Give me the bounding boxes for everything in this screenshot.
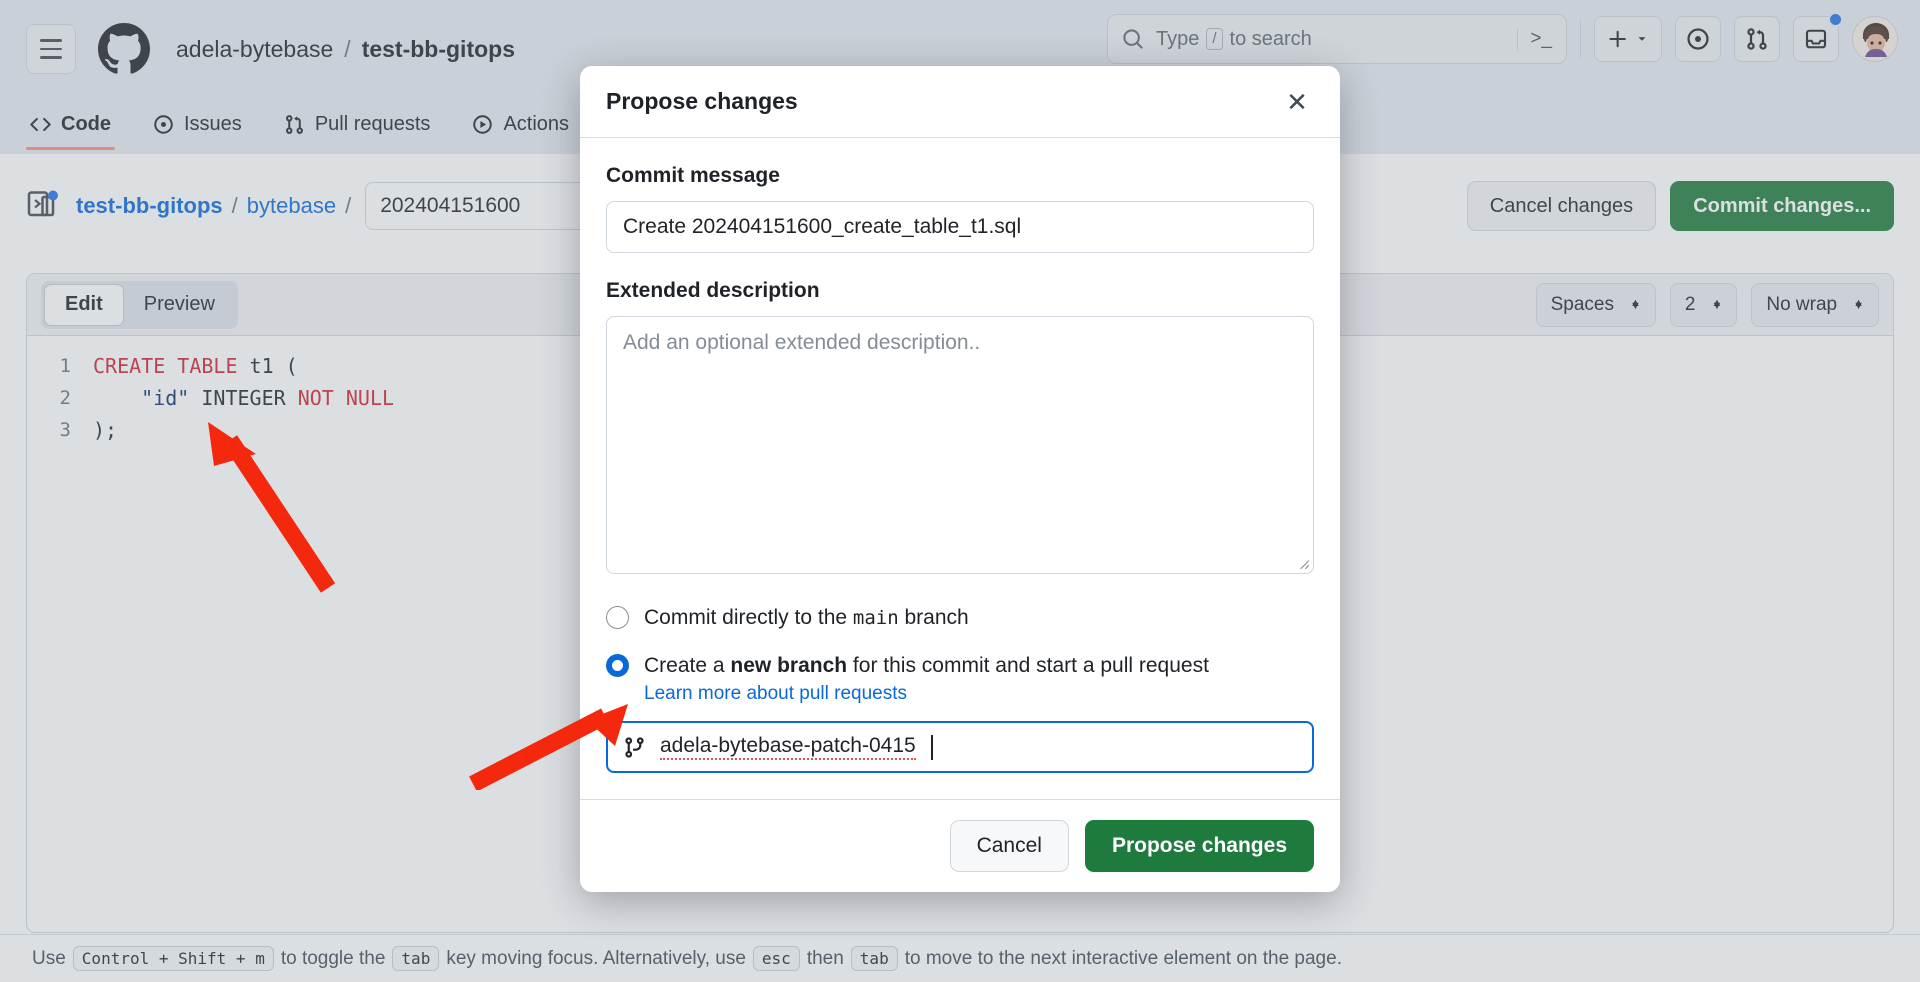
new-branch-label: Create a new branch for this commit and …: [644, 650, 1209, 681]
close-icon[interactable]: ✕: [1280, 85, 1314, 119]
commit-target-options: Commit directly to the main branch Creat…: [606, 602, 1314, 773]
option-0-prefix: Commit directly to the: [644, 606, 853, 629]
extended-description-placeholder: Add an optional extended description..: [623, 331, 981, 354]
extended-description-textarea[interactable]: Add an optional extended description..: [606, 316, 1314, 574]
branch-name-value: adela-bytebase-patch-0415: [660, 734, 916, 760]
new-branch-radio-option[interactable]: Create a new branch for this commit and …: [606, 650, 1314, 705]
commit-message-label: Commit message: [606, 164, 780, 187]
commit-directly-radio[interactable]: [606, 606, 629, 629]
dialog-title: Propose changes: [606, 88, 798, 114]
new-branch-option-content: Create a new branch for this commit and …: [644, 650, 1209, 705]
commit-directly-label: Commit directly to the main branch: [644, 602, 969, 634]
branch-name-input[interactable]: adela-bytebase-patch-0415: [606, 721, 1314, 773]
option-0-suffix: branch: [898, 606, 969, 629]
option-1-prefix: Create a: [644, 654, 731, 677]
dialog-body: Commit message Create 202404151600_creat…: [580, 138, 1340, 773]
learn-more-pull-requests-link[interactable]: Learn more about pull requests: [644, 683, 1209, 705]
text-cursor: [930, 734, 933, 760]
github-edit-file-page: adela-bytebase / test-bb-gitops Type / t…: [0, 0, 1920, 982]
new-branch-radio[interactable]: [606, 654, 629, 677]
commit-message-input[interactable]: Create 202404151600_create_table_t1.sql: [606, 201, 1314, 253]
option-0-branch-name: main: [852, 607, 899, 629]
option-1-suffix: for this commit and start a pull request: [847, 654, 1209, 677]
resize-grip-icon[interactable]: [1296, 556, 1310, 570]
propose-changes-dialog: Propose changes ✕ Commit message Create …: [580, 66, 1340, 892]
cancel-button[interactable]: Cancel: [949, 820, 1069, 872]
git-branch-icon: [625, 736, 644, 758]
extended-description-label: Extended description: [606, 279, 820, 302]
dialog-header: Propose changes ✕: [580, 66, 1340, 138]
propose-changes-submit-button[interactable]: Propose changes: [1084, 820, 1314, 872]
dialog-footer: Cancel Propose changes: [580, 799, 1340, 892]
option-1-bold: new branch: [730, 654, 848, 677]
commit-directly-radio-option[interactable]: Commit directly to the main branch: [606, 602, 1314, 634]
